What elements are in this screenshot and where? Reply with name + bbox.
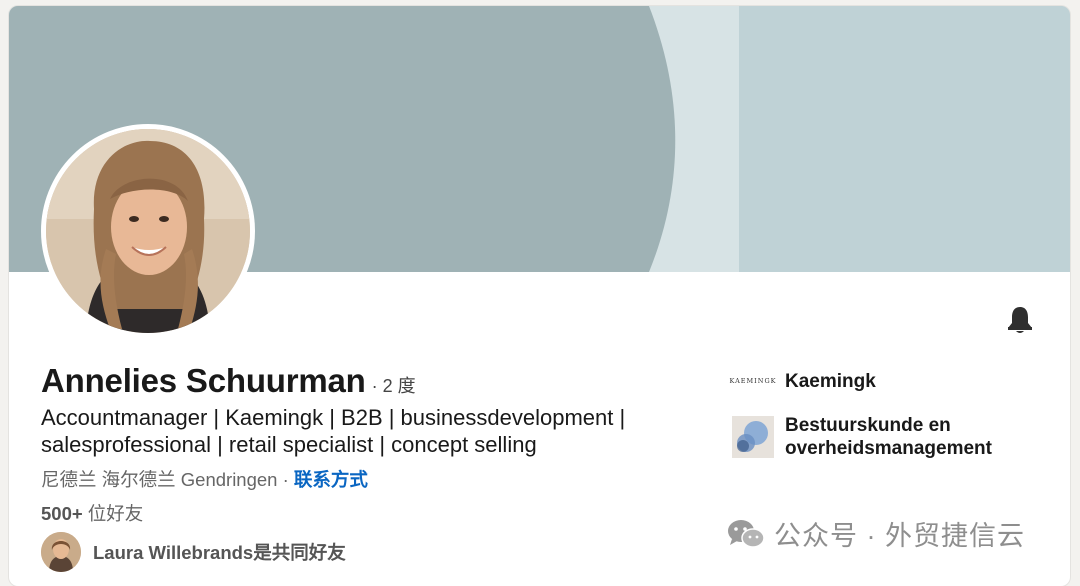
profile-avatar[interactable] (41, 124, 255, 338)
location-separator: · (277, 469, 294, 490)
mutual-avatar (41, 532, 81, 572)
profile-card: Annelies Schuurman · 2 度 Accountmanager … (9, 6, 1070, 586)
connection-degree: · 2 度 (371, 376, 416, 396)
location-text: 尼德兰 海尔德兰 Gendringen (41, 469, 278, 490)
kaemingk-logo-text: KAEMINGK (729, 377, 777, 385)
kaemingk-logo: KAEMINGK (729, 368, 777, 394)
name-row: Annelies Schuurman · 2 度 (41, 362, 416, 400)
company-name: Kaemingk (785, 370, 876, 392)
location-row: 尼德兰 海尔德兰 Gendringen · 联系方式 (41, 466, 368, 492)
profile-photo (46, 129, 250, 333)
bell-icon[interactable] (1004, 304, 1036, 336)
friends-row[interactable]: 500+ 位好友 (41, 500, 143, 526)
contact-info-link[interactable]: 联系方式 (294, 469, 368, 490)
school-logo (732, 416, 774, 458)
education-line-2: overheidsmanagement (785, 438, 992, 459)
education-item[interactable]: Bestuurskunde en overheidsmanagement (732, 414, 992, 460)
mutual-connection-text: Laura Willebrands是共同好友 (93, 542, 346, 563)
friends-count: 500+ (41, 503, 83, 524)
current-company[interactable]: KAEMINGK Kaemingk (729, 368, 876, 394)
wechat-icon (728, 519, 765, 548)
watermark: 公众号 · 外贸捷信云 (726, 514, 1025, 553)
headline-line-1: Accountmanager | Kaemingk | B2B | busine… (41, 405, 626, 430)
education-name: Bestuurskunde en overheidsmanagement (785, 414, 992, 460)
mutual-connection-row[interactable]: Laura Willebrands是共同好友 (41, 532, 346, 572)
profile-name[interactable]: Annelies Schuurman (41, 362, 366, 400)
headline-line-2: salesprofessional | retail specialist | … (41, 432, 537, 457)
education-line-1: Bestuurskunde en (785, 415, 951, 436)
friends-label: 位好友 (82, 503, 144, 524)
watermark-text: 公众号 · 外贸捷信云 (774, 521, 1025, 551)
profile-headline: Accountmanager | Kaemingk | B2B | busine… (41, 404, 681, 458)
